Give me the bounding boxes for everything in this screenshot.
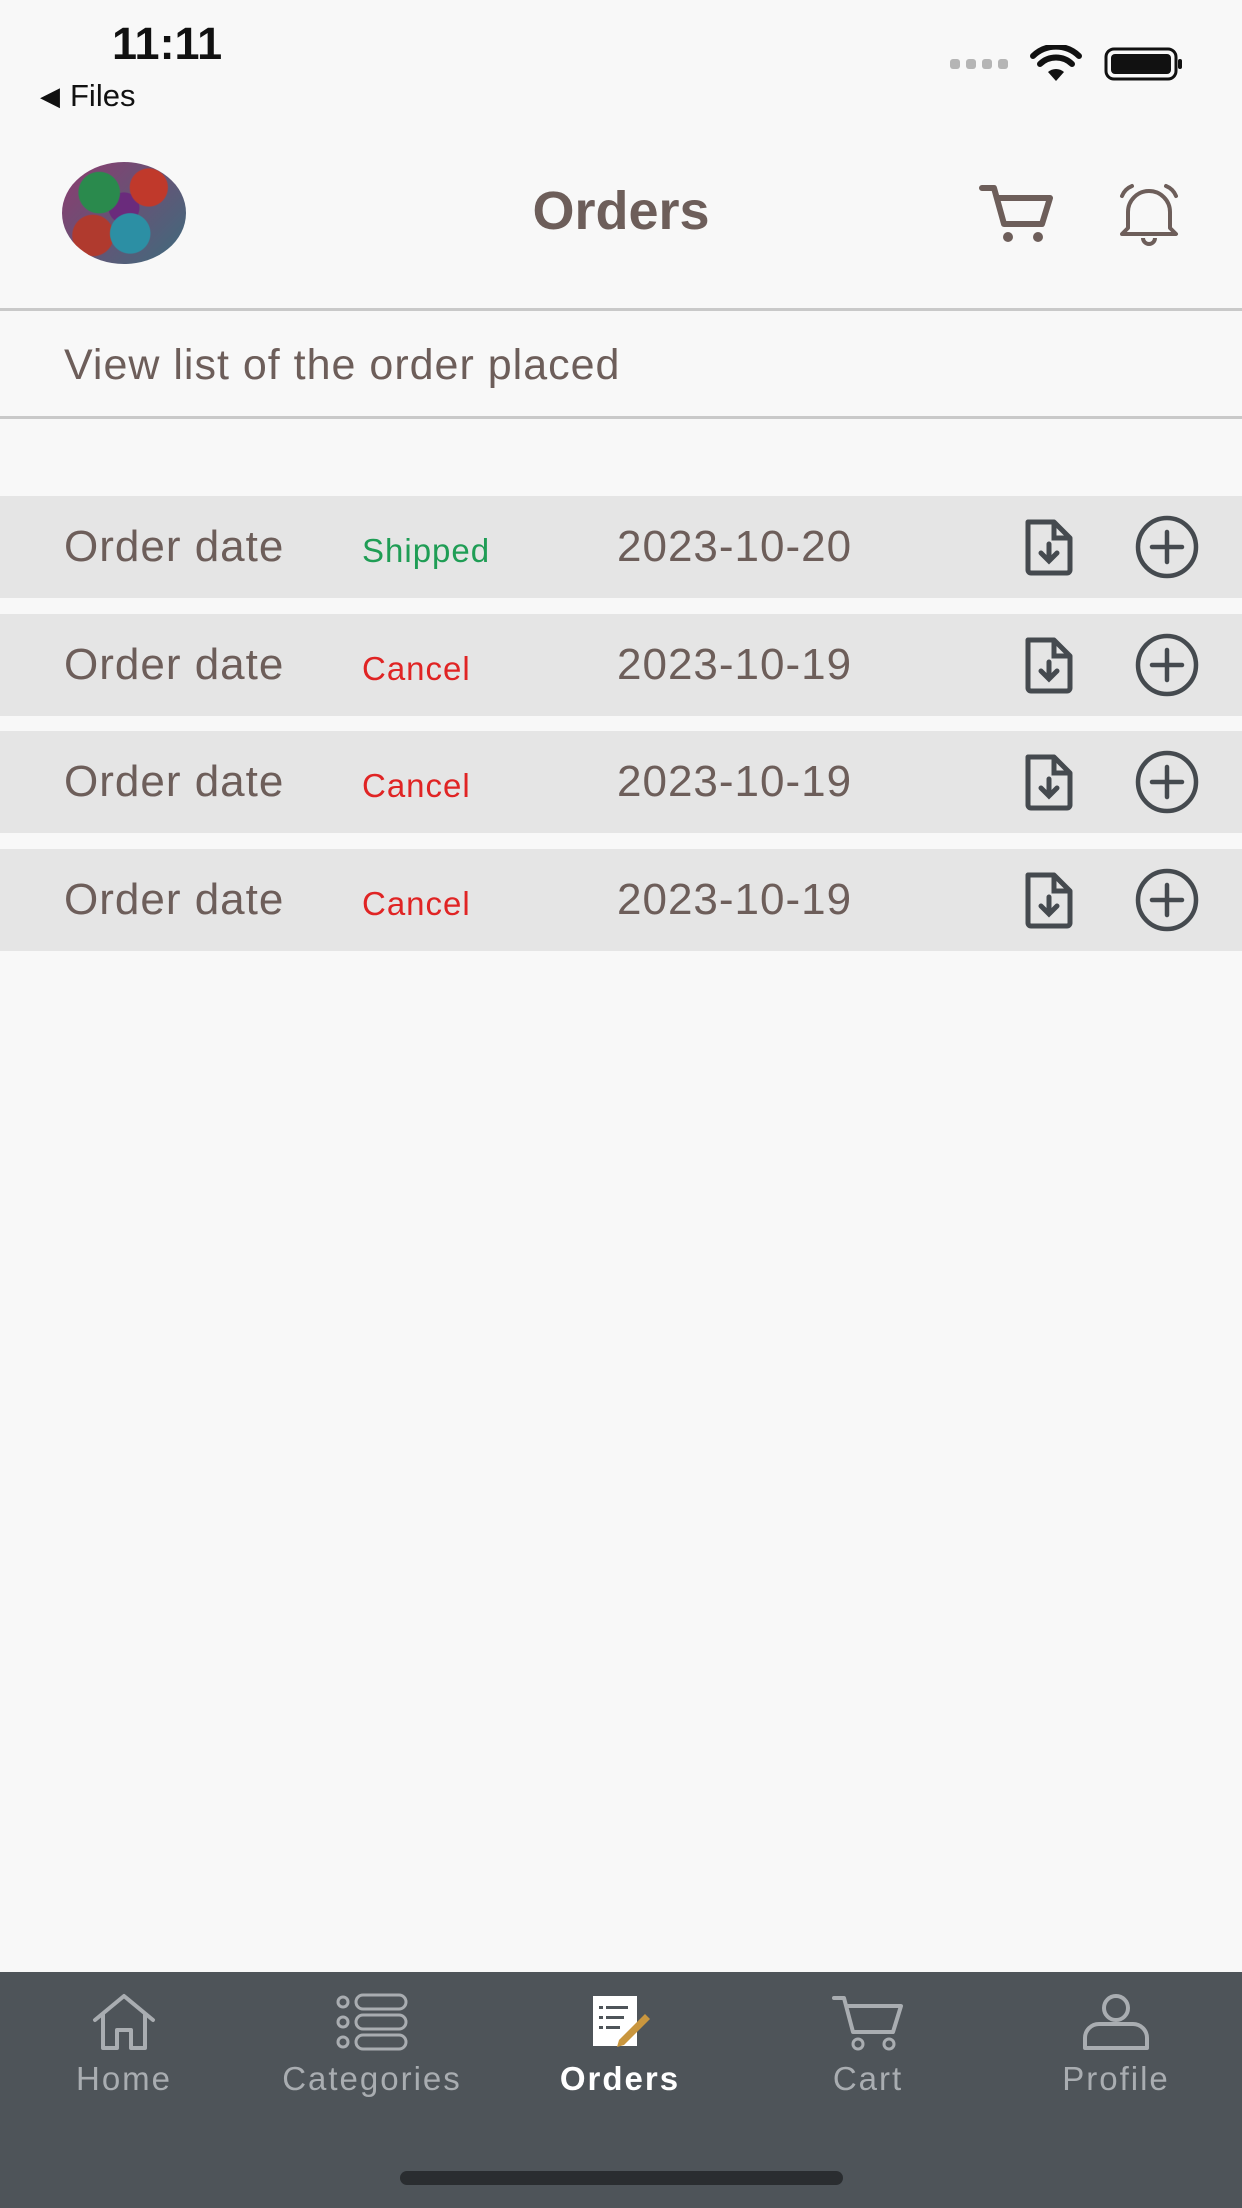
order-date-label: Order date: [64, 522, 285, 571]
tab-label: Profile: [1062, 2060, 1170, 2097]
cart-icon: [832, 1996, 903, 2051]
order-date-value: 2023-10-19: [617, 757, 853, 806]
download-invoice-button[interactable]: [1018, 636, 1080, 694]
battery-icon: [1104, 47, 1182, 81]
order-row[interactable]: Order date Cancel 2023-10-19: [0, 848, 1242, 951]
status-time: 11:11: [112, 18, 223, 69]
tab-label: Orders: [559, 2060, 681, 2097]
file-download-icon: [1025, 637, 1073, 693]
tab-cart[interactable]: Cart: [744, 1992, 992, 2112]
tab-home[interactable]: Home: [0, 1992, 248, 2112]
wifi-icon: [1030, 45, 1082, 81]
tab-label: Cart: [832, 2060, 904, 2097]
order-status: Cancel: [362, 884, 471, 922]
bell-icon: [1120, 184, 1178, 246]
home-icon: [93, 1994, 155, 2050]
expand-order-button[interactable]: [1134, 514, 1200, 580]
notifications-button[interactable]: [1114, 182, 1184, 246]
file-download-icon: [1025, 754, 1073, 811]
back-arrow-icon: ◀: [40, 80, 60, 111]
page-subtitle: View list of the order placed: [64, 341, 621, 389]
download-invoice-button[interactable]: [1018, 753, 1080, 811]
order-date-label: Order date: [64, 639, 285, 689]
order-date-value: 2023-10-19: [617, 639, 853, 689]
file-download-icon: [1025, 519, 1073, 576]
order-status: Cancel: [362, 767, 471, 804]
back-label: Files: [70, 78, 136, 113]
tab-label: Categories: [282, 2060, 462, 2097]
orders-list: Order date Shipped 2023-10-20 Order date…: [0, 496, 1242, 966]
tab-categories[interactable]: Categories: [248, 1992, 496, 2112]
order-date-label: Order date: [64, 757, 285, 806]
order-row[interactable]: Order date Shipped 2023-10-20: [0, 496, 1242, 598]
profile-icon: [1083, 1994, 1149, 2050]
orders-icon: [593, 1996, 650, 2047]
back-to-files-button[interactable]: ◀ Files: [40, 78, 135, 114]
order-date-value: 2023-10-20: [617, 522, 853, 571]
order-status: Cancel: [362, 649, 471, 687]
home-indicator: [400, 2171, 843, 2185]
order-row[interactable]: Order date Cancel 2023-10-19: [0, 613, 1242, 716]
page-title: Orders: [532, 181, 710, 241]
app-header: Orders: [0, 150, 1242, 310]
expand-order-button[interactable]: [1134, 632, 1200, 698]
order-row[interactable]: Order date Cancel 2023-10-19: [0, 731, 1242, 833]
file-download-icon: [1025, 872, 1073, 928]
cart-icon: [979, 185, 1053, 242]
plus-circle-icon: [1135, 868, 1199, 931]
list-icon: [336, 1993, 408, 2051]
plus-circle-icon: [1135, 633, 1199, 696]
subtitle-bar: View list of the order placed: [0, 311, 1242, 419]
tab-orders[interactable]: Orders: [496, 1992, 744, 2112]
status-indicators: [950, 45, 1184, 83]
order-date-value: 2023-10-19: [617, 874, 853, 924]
expand-order-button[interactable]: [1134, 867, 1200, 933]
plus-circle-icon: [1135, 750, 1199, 814]
download-invoice-button[interactable]: [1018, 871, 1080, 929]
cellular-signal-icon: [950, 59, 1008, 69]
tab-profile[interactable]: Profile: [992, 1992, 1240, 2112]
plus-circle-icon: [1135, 515, 1199, 579]
tab-label: Home: [75, 2060, 173, 2097]
download-invoice-button[interactable]: [1018, 518, 1080, 576]
expand-order-button[interactable]: [1134, 749, 1200, 815]
order-status: Shipped: [362, 532, 491, 569]
header-cart-button[interactable]: [978, 182, 1054, 246]
order-date-label: Order date: [64, 874, 285, 924]
